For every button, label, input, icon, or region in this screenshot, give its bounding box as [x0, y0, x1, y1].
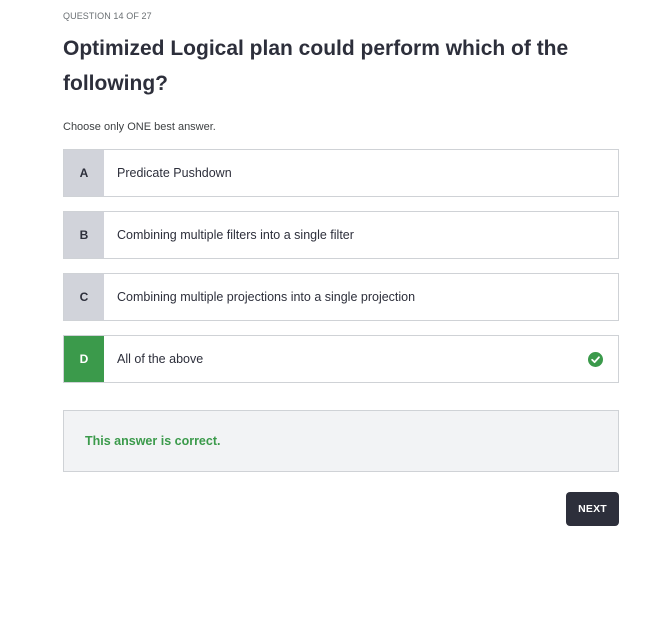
next-button[interactable]: NEXT — [566, 492, 619, 526]
answer-letter: D — [64, 336, 104, 382]
answer-option-a[interactable]: A Predicate Pushdown — [63, 149, 619, 197]
quiz-page: QUESTION 14 OF 27 Optimized Logical plan… — [0, 0, 651, 620]
answer-feedback: This answer is correct. — [63, 410, 619, 472]
feedback-message: This answer is correct. — [85, 434, 221, 448]
answer-text: Predicate Pushdown — [117, 166, 232, 180]
answer-option-b[interactable]: B Combining multiple filters into a sing… — [63, 211, 619, 259]
answer-list: A Predicate Pushdown B Combining multipl… — [63, 149, 619, 397]
answer-text: All of the above — [117, 352, 204, 366]
check-circle-icon — [572, 336, 618, 382]
question-text: Optimized Logical plan could perform whi… — [63, 37, 569, 95]
answer-instruction: Choose only ONE best answer. — [63, 121, 216, 133]
answer-option-d[interactable]: D All of the above — [63, 335, 619, 383]
answer-letter: A — [64, 150, 104, 196]
answer-letter: B — [64, 212, 104, 258]
answer-text: Combining multiple filters into a single… — [117, 228, 354, 242]
answer-option-c[interactable]: C Combining multiple projections into a … — [63, 273, 619, 321]
question-counter: QUESTION 14 OF 27 — [63, 11, 152, 21]
answer-text: Combining multiple projections into a si… — [117, 290, 416, 304]
answer-letter: C — [64, 274, 104, 320]
